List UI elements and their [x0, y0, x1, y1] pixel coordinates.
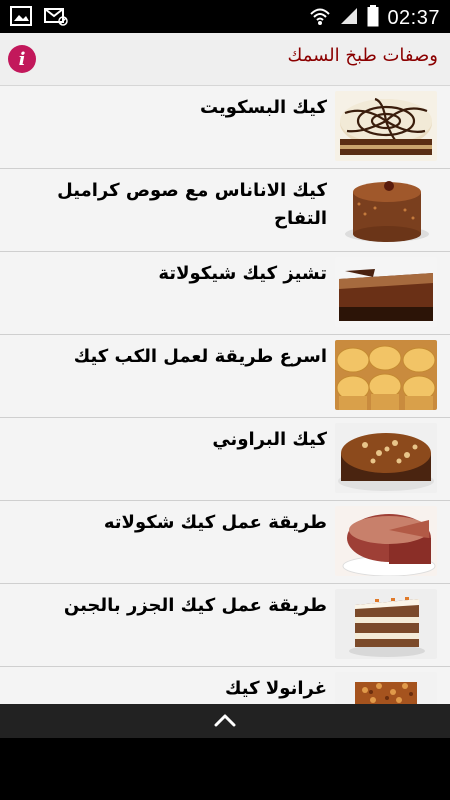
list-item-label: طريقة عمل كيك شكولاته — [103, 512, 327, 533]
recipe-thumbnail — [335, 672, 437, 704]
recipe-thumbnail — [335, 506, 437, 576]
list-item-label: اسرع طريقة لعمل الكب كيك — [73, 346, 327, 367]
recipe-list[interactable]: كيك البسكويت كيك الاناناس مع صوص كراميل … — [0, 86, 450, 704]
list-item-label: كيك الاناناس مع صوص كراميل التفاح — [57, 180, 327, 229]
system-navigation-area — [0, 738, 450, 800]
page-title: وصفات طبخ السمك — [287, 45, 438, 66]
image-notification-icon — [10, 6, 32, 30]
list-item[interactable]: طريقة عمل كيك شكولاته — [0, 501, 450, 584]
list-item-label: كيك البراوني — [212, 429, 327, 450]
list-item-label: غرانولا كيك — [225, 678, 327, 699]
list-item-label: تشيز كيك شيكولاتة — [158, 263, 327, 284]
clock: 02:37 — [387, 6, 440, 29]
mail-blocked-icon — [44, 6, 68, 30]
list-item[interactable]: اسرع طريقة لعمل الكب كيك — [0, 335, 450, 418]
chevron-up-icon[interactable] — [214, 712, 236, 731]
bottom-bar — [0, 704, 450, 738]
recipe-thumbnail — [335, 423, 437, 493]
list-item-label: طريقة عمل كيك الجزر بالجبن — [63, 595, 327, 616]
recipe-thumbnail — [335, 91, 437, 161]
list-item[interactable]: كيك الاناناس مع صوص كراميل التفاح — [0, 169, 450, 252]
list-item-label: كيك البسكويت — [199, 97, 327, 118]
list-item[interactable]: كيك البراوني — [0, 418, 450, 501]
signal-icon — [339, 6, 359, 30]
app-header: i وصفات طبخ السمك — [0, 33, 450, 86]
recipe-thumbnail — [335, 589, 437, 659]
battery-icon — [367, 5, 379, 31]
recipe-thumbnail — [335, 174, 437, 244]
status-bar: 02:37 — [0, 0, 450, 33]
list-item[interactable]: طريقة عمل كيك الجزر بالجبن — [0, 584, 450, 667]
list-item[interactable]: غرانولا كيك — [0, 667, 450, 704]
list-item[interactable]: كيك البسكويت — [0, 86, 450, 169]
info-icon[interactable]: i — [8, 45, 36, 73]
recipe-thumbnail — [335, 257, 437, 327]
wifi-icon — [309, 5, 331, 31]
list-item[interactable]: تشيز كيك شيكولاتة — [0, 252, 450, 335]
recipe-thumbnail — [335, 340, 437, 410]
